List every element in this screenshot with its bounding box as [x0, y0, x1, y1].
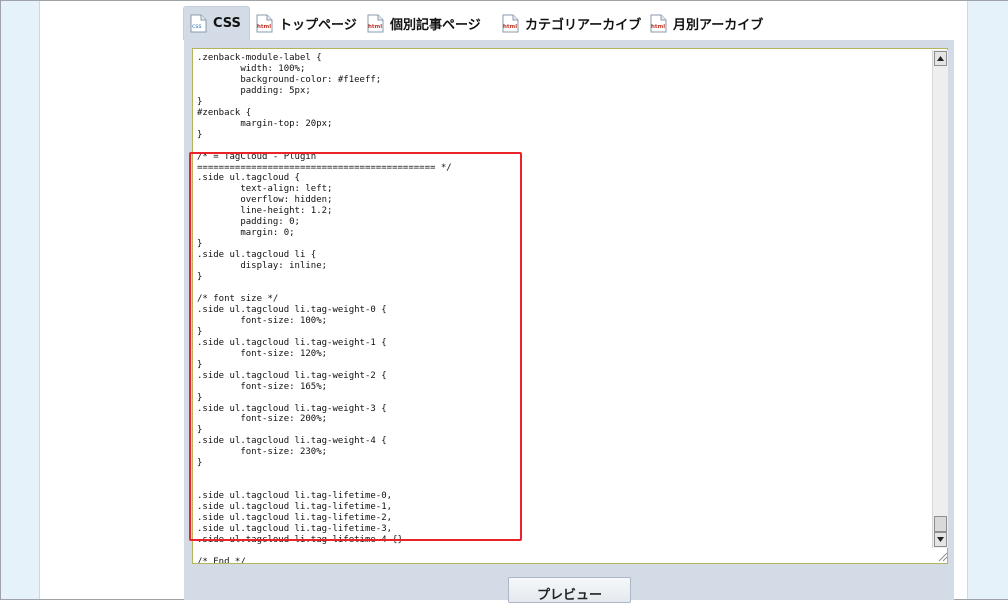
right-margin-strip: [967, 1, 1008, 599]
tab-category-archive[interactable]: html カテゴリアーカイブ: [502, 6, 641, 40]
svg-text:css: css: [192, 23, 202, 30]
tab-top-page[interactable]: html トップページ: [256, 6, 357, 40]
code-content[interactable]: .zenback-module-label { width: 100%; bac…: [197, 53, 452, 563]
tab-article-page-label: 個別記事ページ: [390, 17, 481, 33]
left-margin-strip: [1, 1, 40, 599]
scroll-up-button[interactable]: [934, 51, 947, 66]
scroll-down-button[interactable]: [934, 532, 947, 547]
tab-category-archive-label: カテゴリアーカイブ: [525, 17, 642, 33]
svg-text:html: html: [503, 24, 517, 30]
html-file-icon: html: [502, 14, 519, 33]
preview-button[interactable]: プレビュー: [508, 577, 631, 603]
tab-css-label: CSS: [213, 16, 241, 31]
tab-article-page[interactable]: html 個別記事ページ: [367, 6, 481, 40]
html-file-icon: html: [256, 14, 273, 33]
scroll-thumb[interactable]: [934, 516, 947, 532]
vertical-scrollbar[interactable]: [932, 50, 948, 548]
svg-text:html: html: [257, 24, 271, 30]
tab-top-page-label: トップページ: [279, 17, 357, 33]
tab-bar: css CSS html トップページ html 個別記事ページ html カテ…: [183, 6, 963, 42]
svg-text:html: html: [368, 24, 382, 30]
arrow-down-icon: [937, 537, 944, 542]
tab-monthly-archive[interactable]: html 月別アーカイブ: [650, 6, 763, 40]
css-code-editor[interactable]: .zenback-module-label { width: 100%; bac…: [192, 48, 948, 564]
svg-text:html: html: [651, 24, 665, 30]
tab-css[interactable]: css CSS: [183, 6, 250, 40]
html-file-icon: html: [650, 14, 667, 33]
tab-monthly-archive-label: 月別アーカイブ: [673, 17, 764, 33]
html-file-icon: html: [367, 14, 384, 33]
resize-grip-icon[interactable]: [936, 550, 948, 562]
arrow-up-icon: [937, 56, 944, 61]
css-file-icon: css: [190, 14, 207, 33]
